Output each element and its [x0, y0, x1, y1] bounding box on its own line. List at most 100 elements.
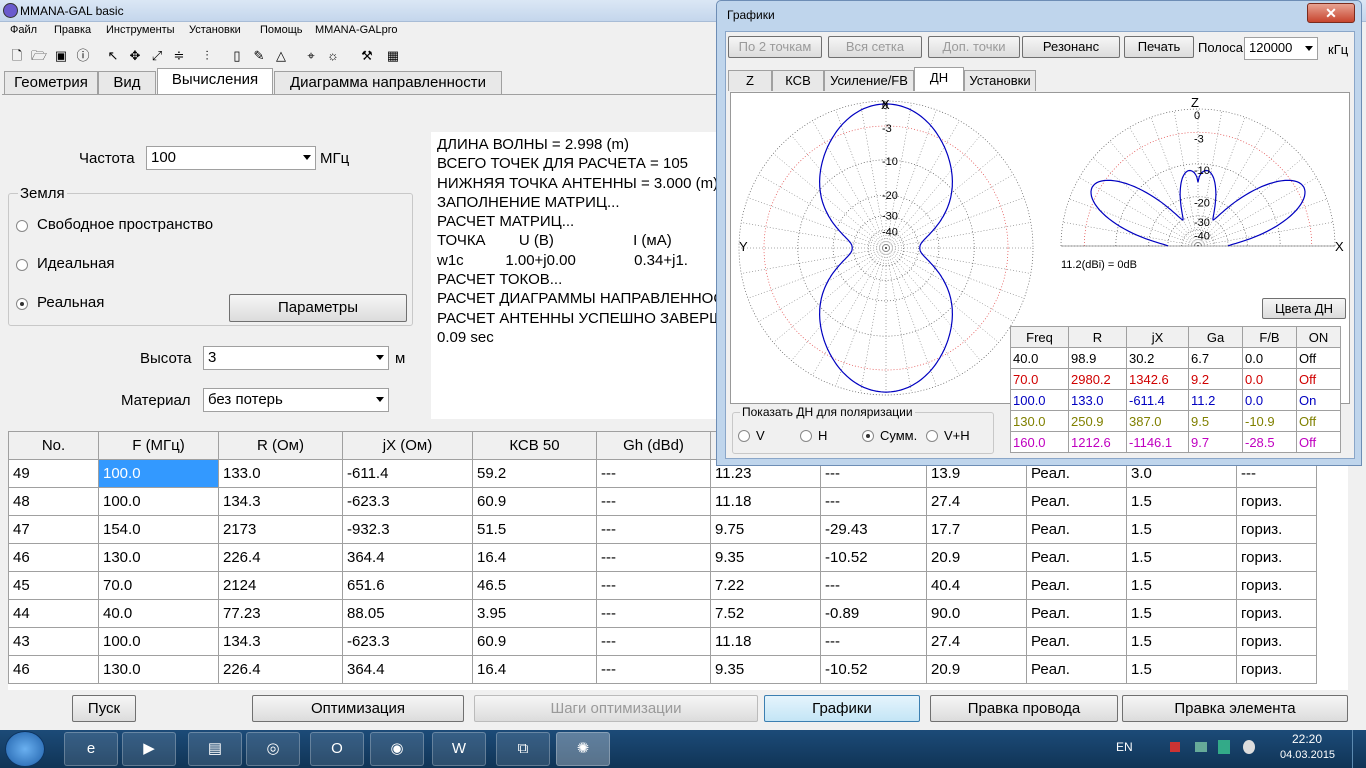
table-cell[interactable]: 2124 — [218, 571, 343, 600]
ground-free-space-label[interactable]: Свободное пространство — [37, 216, 213, 233]
table-cell[interactable]: --- — [596, 543, 711, 572]
table-cell[interactable]: -932.3 — [342, 515, 473, 544]
pattern-table-cell[interactable]: 6.7 — [1188, 347, 1243, 369]
table-row[interactable]: 46 130.0 226.4 364.4 16.4 --- 9.35 -10.52 20.9 Ре… — [8, 543, 1317, 572]
globe-icon[interactable]: ◎ — [246, 732, 300, 766]
pattern-table-cell[interactable]: 9.2 — [1188, 368, 1243, 390]
table-cell[interactable]: 364.4 — [342, 655, 473, 684]
tab-pattern[interactable]: Диаграмма направленности — [274, 71, 502, 95]
pattern-table-cell[interactable]: 250.9 — [1068, 410, 1127, 432]
open-folder-icon[interactable]: 🗁 — [30, 46, 48, 64]
table-cell[interactable]: --- — [820, 571, 927, 600]
graph-tab-gain-fb[interactable]: Усиление/FB — [824, 70, 914, 91]
pattern-table-cell[interactable]: 11.2 — [1188, 389, 1243, 411]
whole-grid-button[interactable]: Вся сетка — [828, 36, 922, 58]
table-cell[interactable]: гориз. — [1236, 655, 1317, 684]
media-player-icon[interactable]: ▶ — [122, 732, 176, 766]
pattern-table-cell[interactable]: 1212.6 — [1068, 431, 1127, 453]
tab-calculation[interactable]: Вычисления — [157, 68, 273, 95]
table-cell[interactable]: --- — [820, 627, 927, 656]
menu-tools[interactable]: Инструменты — [106, 24, 175, 36]
pattern-table-cell[interactable]: 130.0 — [1010, 410, 1069, 432]
network-icon[interactable] — [1195, 742, 1207, 752]
show-desktop-button[interactable] — [1352, 730, 1366, 768]
language-indicator[interactable]: EN — [1116, 740, 1133, 754]
table-cell[interactable]: -29.43 — [820, 515, 927, 544]
print-button[interactable]: Печать — [1124, 36, 1194, 58]
tools-icon[interactable]: ⚒ — [358, 46, 376, 64]
pattern-table-cell[interactable]: Off — [1296, 431, 1341, 453]
pattern-table-cell[interactable]: 40.0 — [1010, 347, 1069, 369]
table-cell[interactable]: -10.52 — [820, 655, 927, 684]
table-cell[interactable]: 134.3 — [218, 487, 343, 516]
table-cell[interactable]: гориз. — [1236, 515, 1317, 544]
tab-view[interactable]: Вид — [98, 71, 156, 95]
polar-h-radio[interactable] — [800, 430, 812, 442]
ie-icon[interactable]: e — [64, 732, 118, 766]
table-row[interactable]: 46 130.0 226.4 364.4 16.4 --- 9.35 -10.52 20.9 Ре… — [8, 655, 1317, 684]
table-cell[interactable]: 17.7 — [926, 515, 1027, 544]
flag-icon[interactable] — [1170, 742, 1180, 752]
pattern-table-cell[interactable]: 100.0 — [1010, 389, 1069, 411]
pattern-table-cell[interactable]: 9.7 — [1188, 431, 1243, 453]
opera-icon[interactable]: O — [310, 732, 364, 766]
band-combo[interactable]: 120000 — [1244, 37, 1318, 60]
table-cell[interactable]: 9.35 — [710, 543, 821, 572]
pattern-table-cell[interactable]: -1146.1 — [1126, 431, 1189, 453]
table-cell[interactable]: 44 — [8, 599, 99, 628]
pattern-table-row[interactable]: 70.0 2980.2 1342.6 9.2 0.0 Off — [1010, 368, 1341, 390]
tab-geometry[interactable]: Геометрия — [4, 71, 98, 95]
info-icon[interactable]: ⓘ — [74, 46, 92, 64]
page-icon[interactable]: ▯ — [228, 46, 246, 64]
close-button[interactable]: ✕ — [1307, 3, 1355, 23]
pattern-table-cell[interactable]: 1342.6 — [1126, 368, 1189, 390]
firefox-icon[interactable]: ◉ — [370, 732, 424, 766]
table-cell[interactable]: 226.4 — [218, 543, 343, 572]
results-column-header[interactable]: КСВ 50 — [472, 431, 597, 460]
target-icon[interactable]: ⌖ — [302, 46, 320, 64]
pattern-table-row[interactable]: 160.0 1212.6 -1146.1 9.7 -28.5 Off — [1010, 431, 1341, 453]
table-cell[interactable]: 100.0 — [98, 487, 219, 516]
pattern-table-row[interactable]: 130.0 250.9 387.0 9.5 -10.9 Off — [1010, 410, 1341, 432]
table-cell[interactable]: --- — [820, 487, 927, 516]
pattern-table-cell[interactable]: -28.5 — [1242, 431, 1297, 453]
pattern-table-cell[interactable]: 133.0 — [1068, 389, 1127, 411]
table-row[interactable]: 43 100.0 134.3 -623.3 60.9 --- 11.18 --- 27.4 Реа… — [8, 627, 1317, 656]
pattern-table-cell[interactable]: -611.4 — [1126, 389, 1189, 411]
table-row[interactable]: 48 100.0 134.3 -623.3 60.9 --- 11.18 --- 27.4 Реа… — [8, 487, 1317, 516]
clock-time[interactable]: 22:20 — [1292, 732, 1322, 746]
table-cell[interactable]: 48 — [8, 487, 99, 516]
table-cell[interactable]: 46.5 — [472, 571, 597, 600]
table-row[interactable]: 47 154.0 2173 -932.3 51.5 --- 9.75 -29.43 17.7 Ре… — [8, 515, 1317, 544]
volume-icon[interactable] — [1243, 740, 1255, 754]
table-cell[interactable]: --- — [596, 459, 711, 488]
menu-mmana-pro[interactable]: MMANA-GALpro — [315, 24, 398, 36]
pattern-table-row[interactable]: 100.0 133.0 -611.4 11.2 0.0 On — [1010, 389, 1341, 411]
polar-v-radio[interactable] — [738, 430, 750, 442]
table-cell[interactable]: -0.89 — [820, 599, 927, 628]
pattern-table-cell[interactable]: Off — [1296, 368, 1341, 390]
table-cell[interactable]: 1.5 — [1126, 571, 1237, 600]
ground-ideal-label[interactable]: Идеальная — [37, 255, 115, 272]
results-column-header[interactable]: jX (Ом) — [342, 431, 473, 460]
table-cell[interactable]: 20.9 — [926, 655, 1027, 684]
parameters-button[interactable]: Параметры — [229, 294, 407, 322]
pattern-table-cell[interactable]: 30.2 — [1126, 347, 1189, 369]
table-cell[interactable]: 47 — [8, 515, 99, 544]
table-cell[interactable]: 134.3 — [218, 627, 343, 656]
height-combo[interactable]: 3 — [203, 346, 389, 370]
resonance-button[interactable]: Резонанс — [1022, 36, 1120, 58]
table-cell[interactable]: -10.52 — [820, 543, 927, 572]
polar-v-label[interactable]: V — [756, 428, 765, 443]
pattern-table-cell[interactable]: -10.9 — [1242, 410, 1297, 432]
table-cell[interactable]: 43 — [8, 627, 99, 656]
table-cell[interactable]: 9.75 — [710, 515, 821, 544]
pdf-icon[interactable]: ⧉ — [496, 732, 550, 766]
pattern-table-row[interactable]: 40.0 98.9 30.2 6.7 0.0 Off — [1010, 347, 1341, 369]
table-cell[interactable]: 60.9 — [472, 487, 597, 516]
table-cell[interactable]: 40.4 — [926, 571, 1027, 600]
scale-icon[interactable]: ⤢ — [148, 46, 166, 64]
start-button[interactable]: Пуск — [72, 695, 136, 722]
table-cell[interactable]: 2173 — [218, 515, 343, 544]
pattern-table-cell[interactable]: Off — [1296, 410, 1341, 432]
